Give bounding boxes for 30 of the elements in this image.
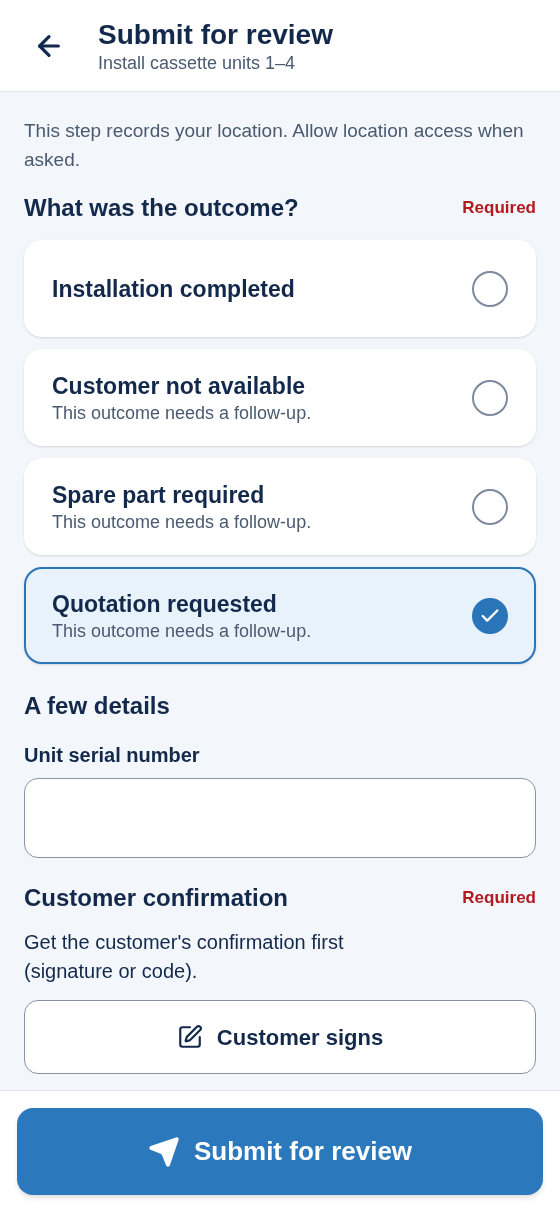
outcome-option[interactable]: Installation completed <box>24 240 536 337</box>
option-title: Installation completed <box>52 274 295 304</box>
location-notice: This step records your location. Allow location access when asked. <box>24 119 525 172</box>
required-label: Required <box>462 197 536 220</box>
customer-signs-button[interactable]: Customer signs <box>24 1000 536 1074</box>
outcome-option[interactable]: Quotation requested This outcome needs a follow-up. <box>24 567 536 664</box>
page-title: Submit for review <box>98 17 333 52</box>
confirmation-text: Get the customer's confirmation first (signature or code). <box>24 930 345 984</box>
outcome-option[interactable]: Spare part required This outcome needs a follow-up. <box>24 458 536 555</box>
radio-icon <box>472 488 508 525</box>
edit-icon <box>176 1024 203 1050</box>
radio-icon <box>472 379 508 416</box>
field-label: Unit serial number <box>24 743 201 768</box>
option-title: Quotation requested <box>52 589 278 619</box>
serial-number-field[interactable] <box>24 778 536 858</box>
send-icon <box>147 1135 180 1168</box>
option-note: This outcome needs a follow-up. <box>52 510 312 534</box>
checked-radio-icon <box>472 597 508 634</box>
option-title: Spare part required <box>52 480 266 510</box>
option-note: This outcome needs a follow-up. <box>52 619 312 643</box>
option-note: This outcome needs a follow-up. <box>52 401 312 425</box>
section-heading: A few details <box>24 691 171 721</box>
submit-button[interactable]: Submit for review <box>17 1108 543 1195</box>
required-label: Required <box>462 887 536 910</box>
section-heading: Customer confirmation <box>24 883 289 913</box>
radio-icon <box>472 270 508 307</box>
section-heading: What was the outcome? <box>24 193 299 223</box>
option-title: Customer not available <box>52 371 307 401</box>
page-subtitle: Install cassette units 1–4 <box>98 51 297 74</box>
outcome-option[interactable]: Customer not available This outcome needs a follow-up. <box>24 349 536 446</box>
